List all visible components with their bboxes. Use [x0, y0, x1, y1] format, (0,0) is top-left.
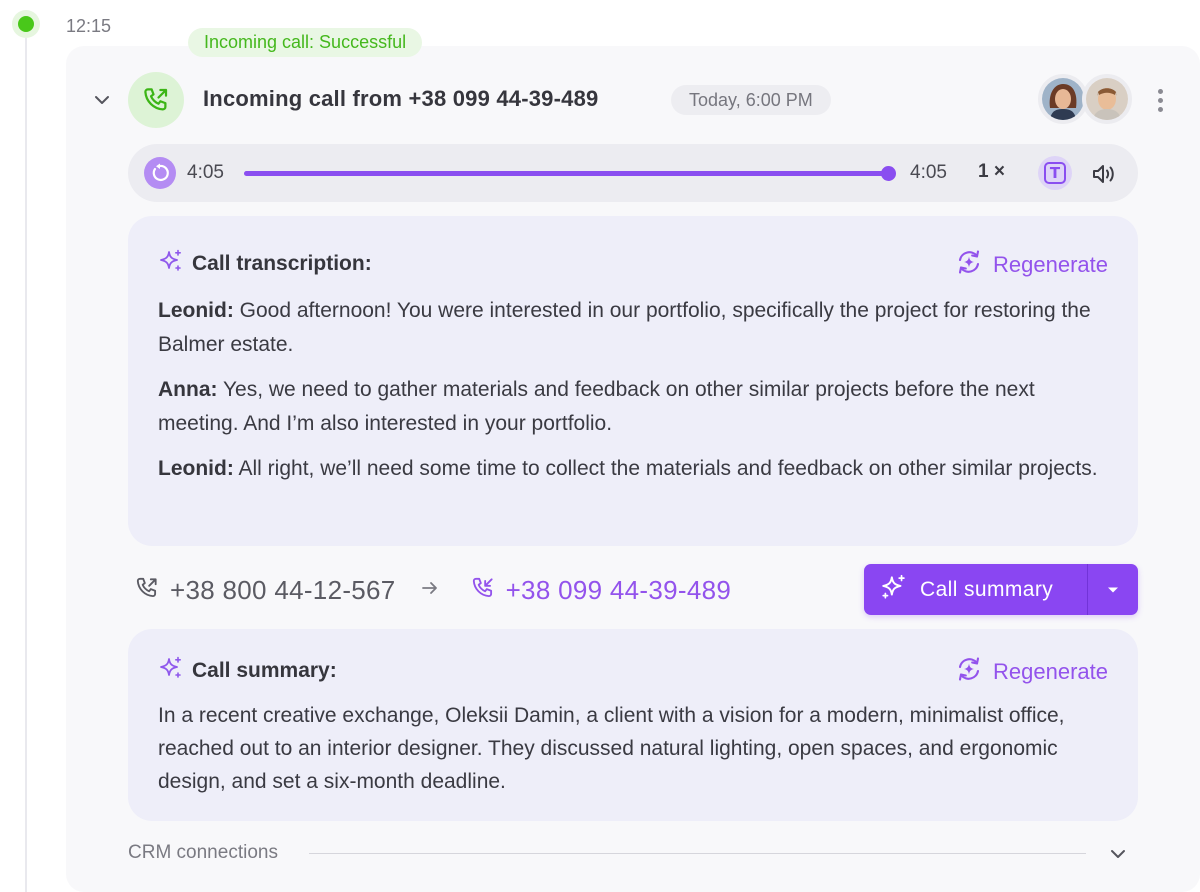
arrow-right-icon [420, 578, 440, 603]
incoming-call-icon [128, 72, 184, 128]
call-status-badge: Incoming call: Successful [188, 28, 423, 57]
call-summary-label: Call summary [920, 577, 1054, 601]
crm-connections-section[interactable]: CRM connections [128, 842, 1138, 866]
text-icon: T [1044, 162, 1066, 184]
utterance: All right, we’ll need some time to colle… [233, 457, 1098, 480]
divider [309, 853, 1086, 854]
callee-number[interactable]: +38 099 44-39-489 [506, 575, 732, 606]
speaker-name: Leonid: [158, 299, 234, 322]
sparkle-icon [158, 655, 184, 686]
participants-avatars[interactable] [1038, 74, 1132, 124]
summary-text: In a recent creative exchange, Oleksii D… [158, 704, 1065, 793]
speaker-name: Anna: [158, 378, 218, 401]
timeline-line [25, 38, 27, 892]
summary-title: Call summary: [192, 658, 337, 682]
utterance: Good afternoon! You were interested in o… [158, 299, 1091, 356]
current-time: 4:05 [187, 162, 224, 183]
speaker-name: Leonid: [158, 457, 234, 480]
timeline-time: 12:15 [66, 16, 112, 36]
regenerate-summary-button[interactable]: Regenerate [955, 655, 1108, 689]
regenerate-icon [955, 655, 983, 689]
regenerate-label: Regenerate [993, 252, 1108, 277]
transcript-line: Leonid: Good afternoon! You were interes… [158, 294, 1118, 362]
regenerate-transcription-button[interactable]: Regenerate [955, 248, 1108, 282]
transcript-line: Anna: Yes, we need to gather materials a… [158, 373, 1118, 441]
playback-speed-button[interactable]: 1 × [978, 161, 1005, 183]
sparkle-icon [880, 573, 908, 607]
utterance: Yes, we need to gather materials and fee… [158, 378, 1035, 435]
transcript-toggle-button[interactable]: T [1038, 156, 1072, 190]
call-numbers: +38 800 44-12-567 +38 099 44-39-489 [134, 572, 731, 608]
crm-connections-label: CRM connections [128, 842, 278, 863]
total-time: 4:05 [910, 162, 947, 183]
audio-player: 4:05 4:05 1 × T [128, 144, 1138, 202]
call-summary-split-button: Call summary [864, 564, 1138, 615]
regenerate-label: Regenerate [993, 659, 1108, 684]
transcription-header: Call transcription: [158, 248, 372, 279]
sparkle-icon [158, 248, 184, 279]
avatar[interactable] [1038, 74, 1088, 124]
transcript-text: Leonid: Good afternoon! You were interes… [158, 294, 1118, 497]
transcription-panel: Call transcription: Regenerate Leonid: G… [128, 216, 1138, 546]
call-title: Incoming call from +38 099 44-39-489 [203, 86, 599, 111]
progress-handle[interactable] [881, 166, 896, 181]
replay-icon[interactable] [144, 157, 176, 189]
call-summary-button[interactable]: Call summary [864, 564, 1087, 615]
progress-fill [244, 171, 888, 176]
summary-panel: Call summary: Regenerate In a recent cre… [128, 629, 1138, 821]
summary-header: Call summary: [158, 655, 337, 686]
caller-number[interactable]: +38 800 44-12-567 [170, 575, 396, 606]
more-options-icon[interactable] [1148, 84, 1172, 116]
transcript-line: Leonid: All right, we’ll need some time … [158, 452, 1118, 486]
timeline-status-dot [12, 10, 40, 38]
volume-icon[interactable] [1090, 160, 1118, 188]
expand-chevron-icon[interactable] [1104, 840, 1132, 868]
progress-track[interactable] [244, 166, 896, 181]
call-date-badge: Today, 6:00 PM [671, 85, 831, 115]
transcription-title: Call transcription: [192, 251, 372, 275]
avatar[interactable] [1082, 74, 1132, 124]
outgoing-phone-icon [134, 575, 160, 606]
regenerate-icon [955, 248, 983, 282]
caret-down-icon[interactable] [1088, 564, 1138, 615]
collapse-chevron-icon[interactable] [88, 86, 116, 114]
incoming-phone-icon [470, 575, 496, 606]
